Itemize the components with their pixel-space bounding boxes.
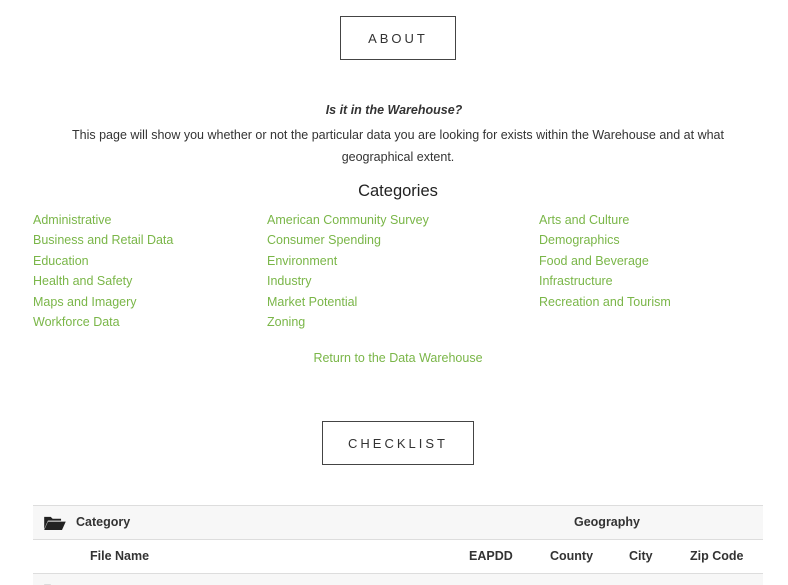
- category-link-market-potential[interactable]: Market Potential: [267, 292, 429, 312]
- category-column-1: Administrative Business and Retail Data …: [33, 210, 173, 332]
- geography-header: Geography: [574, 515, 640, 529]
- about-heading: ABOUT: [340, 16, 456, 60]
- page: ABOUT Is it in the Warehouse? This page …: [0, 0, 788, 585]
- category-link-consumer-spending[interactable]: Consumer Spending: [267, 230, 429, 250]
- table-subheader-row: File Name EAPDD County City Zip Code: [33, 539, 763, 573]
- intro-question: Is it in the Warehouse?: [325, 103, 463, 117]
- category-link-recreation-tourism[interactable]: Recreation and Tourism: [539, 292, 671, 312]
- category-column-2: American Community Survey Consumer Spend…: [267, 210, 429, 332]
- category-header: Category: [76, 515, 131, 529]
- return-to-warehouse-link[interactable]: Return to the Data Warehouse: [0, 351, 788, 365]
- category-link-health-safety[interactable]: Health and Safety: [33, 271, 173, 291]
- category-link-zoning[interactable]: Zoning: [267, 312, 429, 332]
- category-link-industry[interactable]: Industry: [267, 271, 429, 291]
- category-link-arts-culture[interactable]: Arts and Culture: [539, 210, 671, 230]
- category-link-education[interactable]: Education: [33, 251, 173, 271]
- category-link-workforce-data[interactable]: Workforce Data: [33, 312, 173, 332]
- city-header: City: [629, 549, 653, 563]
- category-link-administrative[interactable]: Administrative: [33, 210, 173, 230]
- file-name-header: File Name: [90, 549, 150, 563]
- zip-code-header: Zip Code: [690, 549, 744, 563]
- category-link-demographics[interactable]: Demographics: [539, 230, 671, 250]
- category-link-maps-imagery[interactable]: Maps and Imagery: [33, 292, 173, 312]
- table-row[interactable]: [33, 573, 763, 585]
- category-column-3: Arts and Culture Demographics Food and B…: [539, 210, 671, 312]
- category-link-environment[interactable]: Environment: [267, 251, 429, 271]
- category-link-infrastructure[interactable]: Infrastructure: [539, 271, 671, 291]
- county-header: County: [550, 549, 594, 563]
- checklist-heading: CHECKLIST: [322, 421, 474, 465]
- eapdd-header: EAPDD: [469, 549, 513, 563]
- table-header-row: Category Geography: [33, 505, 763, 539]
- intro-text: This page will show you whether or not t…: [72, 128, 724, 164]
- category-link-business-retail[interactable]: Business and Retail Data: [33, 230, 173, 250]
- category-link-food-beverage[interactable]: Food and Beverage: [539, 251, 671, 271]
- categories-title: Categories: [358, 182, 438, 200]
- checklist-table: Category Geography File Name EAPDD Count…: [33, 505, 763, 585]
- category-link-american-community-survey[interactable]: American Community Survey: [267, 210, 429, 230]
- folder-open-icon: [44, 516, 66, 530]
